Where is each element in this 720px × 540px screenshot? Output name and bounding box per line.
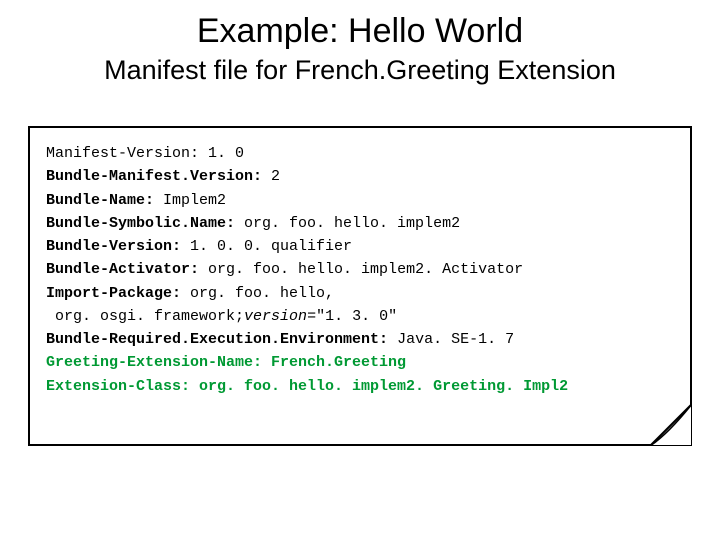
manifest-line: Bundle-Version: 1. 0. 0. qualifier bbox=[46, 235, 674, 258]
manifest-line: org. osgi. framework;version="1. 3. 0" bbox=[46, 305, 674, 328]
manifest-line: Import-Package: org. foo. hello, bbox=[46, 282, 674, 305]
slide-title: Example: Hello World bbox=[28, 12, 692, 51]
manifest-code-box: Manifest-Version: 1. 0Bundle-Manifest.Ve… bbox=[28, 126, 692, 446]
manifest-line: Greeting-Extension-Name: French.Greeting bbox=[46, 351, 674, 374]
slide-subtitle: Manifest file for French.Greeting Extens… bbox=[28, 55, 692, 86]
page-fold-icon bbox=[650, 404, 692, 446]
manifest-line: Bundle-Required.Execution.Environment: J… bbox=[46, 328, 674, 351]
manifest-line: Bundle-Manifest.Version: 2 bbox=[46, 165, 674, 188]
manifest-line: Extension-Class: org. foo. hello. implem… bbox=[46, 375, 674, 398]
manifest-line: Bundle-Activator: org. foo. hello. imple… bbox=[46, 258, 674, 281]
manifest-line: Bundle-Symbolic.Name: org. foo. hello. i… bbox=[46, 212, 674, 235]
manifest-line: Bundle-Name: Implem2 bbox=[46, 189, 674, 212]
manifest-lines: Manifest-Version: 1. 0Bundle-Manifest.Ve… bbox=[46, 142, 674, 398]
manifest-line: Manifest-Version: 1. 0 bbox=[46, 142, 674, 165]
